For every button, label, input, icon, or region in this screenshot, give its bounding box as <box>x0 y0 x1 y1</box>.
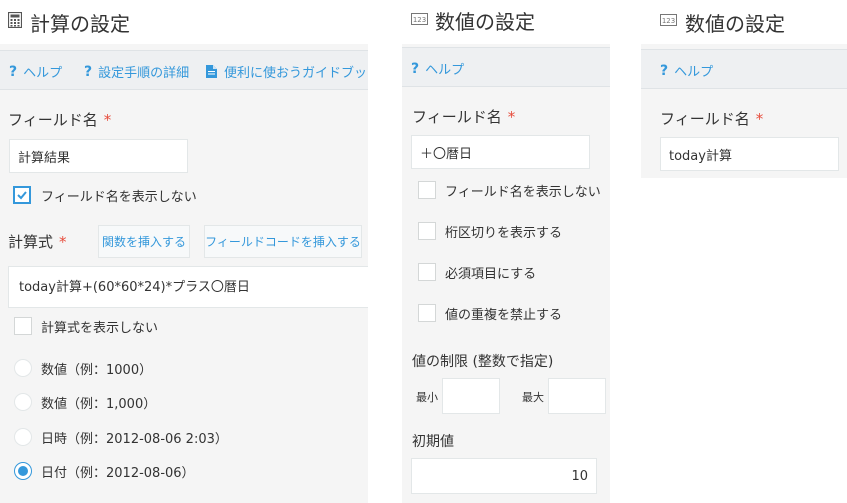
svg-text:123: 123 <box>413 16 426 24</box>
no-duplicates-label: 値の重複を禁止する <box>445 308 563 323</box>
number-field-name-text: フィールド名 <box>412 108 502 126</box>
format-radio-number[interactable] <box>14 359 32 377</box>
default-value-label: 初期値 <box>412 434 454 450</box>
number-help-bar: ? ヘルプ <box>402 47 610 87</box>
number-title: 数値の設定 <box>435 10 535 34</box>
calculator-icon <box>8 12 22 28</box>
number-settings-panel: 123 数値の設定 ? ヘルプ フィールド名 * フィールド名を表示しない 桁区切… <box>402 0 610 503</box>
formula-label: 計算式 * <box>8 231 67 252</box>
number2-field-name-text: フィールド名 <box>660 110 750 128</box>
calc-field-name-input[interactable] <box>9 139 188 173</box>
number-field-name-input[interactable] <box>411 135 590 169</box>
calc-title: 計算の設定 <box>30 12 130 36</box>
question-mark-icon: ? <box>84 63 93 80</box>
calc-settings-panel: 計算の設定 ? ヘルプ ? 設定手順の詳細 便利に使おうガイドブック フィールド… <box>0 0 368 503</box>
formula-label-text: 計算式 <box>8 233 54 251</box>
default-value-input[interactable] <box>411 458 597 494</box>
question-mark-icon: ? <box>411 60 420 77</box>
document-icon <box>206 65 217 78</box>
format-radio-number-comma[interactable] <box>14 393 32 411</box>
help-link-label: ヘルプ <box>425 63 465 78</box>
number2-title: 数値の設定 <box>685 12 785 36</box>
calc-title-bar: 計算の設定 <box>0 0 368 44</box>
setup-details-label: 設定手順の詳細 <box>98 66 190 81</box>
calc-field-name-label: フィールド名 * <box>8 109 111 130</box>
hide-formula-checkbox[interactable] <box>14 317 32 335</box>
help-link-label: ヘルプ <box>23 66 63 81</box>
required-field-label: 必須項目にする <box>445 267 537 282</box>
format-radio-date[interactable] <box>14 462 32 480</box>
number-123-icon: 123 <box>660 14 677 26</box>
thousands-separator-checkbox[interactable] <box>418 222 436 240</box>
number2-title-bar: 123 数値の設定 <box>641 0 847 44</box>
format-label-number-comma: 数値（例：1,000） <box>41 397 157 412</box>
guidebook-link[interactable]: 便利に使おうガイドブック <box>206 62 368 81</box>
format-label-datetime: 日時（例：2012-08-06 2:03） <box>41 432 228 447</box>
number-hide-field-name-checkbox[interactable] <box>418 181 436 199</box>
insert-function-button[interactable]: 関数を挿入する <box>98 225 190 258</box>
question-mark-icon: ? <box>9 63 18 80</box>
format-radio-datetime[interactable] <box>14 428 32 446</box>
calc-hide-field-name-label: フィールド名を表示しない <box>41 190 197 205</box>
max-label: 最大 <box>522 391 544 404</box>
insert-field-code-button[interactable]: フィールドコードを挿入する <box>204 225 362 258</box>
calc-field-name-text: フィールド名 <box>8 111 98 129</box>
required-field-checkbox[interactable] <box>418 263 436 281</box>
max-value-input[interactable] <box>548 378 606 414</box>
no-duplicates-checkbox[interactable] <box>418 304 436 322</box>
calc-help-bar: ? ヘルプ ? 設定手順の詳細 便利に使おうガイドブック <box>0 50 368 90</box>
help-link-label: ヘルプ <box>674 65 714 80</box>
help-link[interactable]: ? ヘルプ <box>411 59 465 79</box>
number-123-icon: 123 <box>411 13 428 25</box>
number2-field-name-label: フィールド名 * <box>660 108 763 129</box>
hide-formula-label: 計算式を表示しない <box>41 321 159 336</box>
required-mark: * <box>507 108 516 126</box>
thousands-separator-label: 桁区切りを表示する <box>445 226 563 241</box>
min-label: 最小 <box>416 391 438 404</box>
value-limit-label: 値の制限 (整数で指定) <box>412 354 554 370</box>
svg-text:123: 123 <box>662 17 675 25</box>
calc-hide-field-name-checkbox[interactable] <box>13 186 31 204</box>
format-label-date: 日付（例：2012-08-06） <box>41 466 195 481</box>
format-label-number: 数値（例：1000） <box>41 363 153 378</box>
guidebook-label: 便利に使おうガイドブック <box>224 66 368 81</box>
question-mark-icon: ? <box>660 62 669 79</box>
number-settings-panel-2: 123 数値の設定 ? ヘルプ フィールド名 * <box>641 0 847 178</box>
required-mark: * <box>755 110 764 128</box>
number2-field-name-input[interactable] <box>660 137 839 171</box>
number-hide-field-name-label: フィールド名を表示しない <box>445 185 601 200</box>
number2-help-bar: ? ヘルプ <box>641 49 847 89</box>
required-mark: * <box>103 111 112 129</box>
formula-input[interactable]: today計算+(60*60*24)*プラス〇暦日 <box>8 266 368 308</box>
help-link[interactable]: ? ヘルプ <box>9 62 63 82</box>
number-field-name-label: フィールド名 * <box>412 106 515 127</box>
required-mark: * <box>59 233 67 251</box>
setup-details-link[interactable]: ? 設定手順の詳細 <box>84 62 190 82</box>
number-title-bar: 123 数値の設定 <box>402 0 610 44</box>
help-link[interactable]: ? ヘルプ <box>660 61 714 81</box>
check-icon <box>17 191 27 200</box>
min-value-input[interactable] <box>442 378 500 414</box>
